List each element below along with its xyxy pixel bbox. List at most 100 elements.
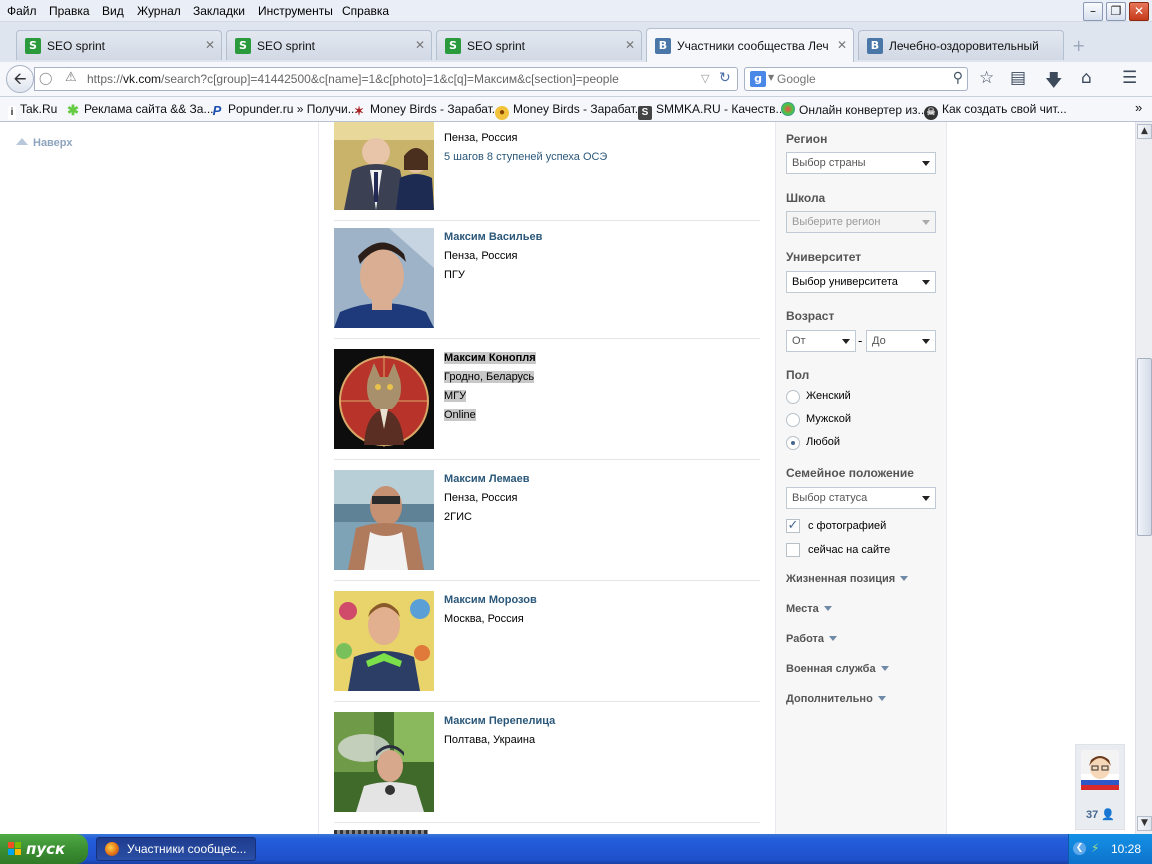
person-name[interactable]: Максим Конопля [444, 352, 536, 364]
online-now-label[interactable]: сейчас на сайте [808, 544, 890, 556]
expand-military[interactable]: Военная служба [786, 663, 889, 675]
tab-seo-sprint-2[interactable]: S SEO sprint ✕ [226, 30, 432, 60]
close-tab-icon[interactable]: ✕ [625, 38, 635, 52]
menu-edit[interactable]: Правка [49, 4, 90, 18]
person-name-row[interactable]: Максим Конопля [444, 349, 536, 368]
person-name[interactable]: Максим Лемаев [444, 470, 530, 489]
history-dropdown-icon[interactable]: ▽ [701, 72, 709, 85]
age-to-select[interactable]: До [866, 330, 936, 352]
expand-places[interactable]: Места [786, 603, 832, 615]
marital-status-select[interactable]: Выбор статуса [786, 487, 936, 509]
warning-icon[interactable]: ⚠ [65, 70, 77, 85]
minimize-button[interactable]: – [1083, 2, 1103, 21]
search-box[interactable]: g ▼ ⚲ [744, 67, 968, 91]
person-avatar[interactable] [334, 349, 434, 449]
menu-help[interactable]: Справка [342, 4, 389, 18]
menu-bookmarks[interactable]: Закладки [193, 4, 245, 18]
bookmark-money-birds-2[interactable]: ● Money Birds - Зарабат... [495, 102, 645, 120]
close-tab-icon[interactable]: ✕ [837, 38, 847, 52]
age-from-select[interactable]: От [786, 330, 856, 352]
menu-icon[interactable]: ☰ [1122, 68, 1137, 88]
tab-seo-sprint-1[interactable]: S SEO sprint ✕ [16, 30, 222, 60]
scroll-thumb[interactable] [1137, 358, 1152, 536]
expand-life-position[interactable]: Жизненная позиция [786, 573, 909, 585]
person-avatar[interactable] [334, 712, 434, 812]
caret-down-icon [823, 606, 832, 611]
bookmark-popunder[interactable]: P Popunder.ru » Получи... [210, 102, 358, 118]
bird-icon: ✶ [353, 104, 365, 118]
tab-community-members[interactable]: B Участники сообщества Леч... ✕ [646, 28, 854, 62]
maximize-button[interactable]: ❐ [1106, 2, 1126, 21]
with-photo-checkbox[interactable]: ✓ [786, 519, 800, 533]
back-button[interactable]: 🡨 [6, 65, 34, 93]
chat-widget[interactable]: 37 👤 [1075, 744, 1125, 830]
marital-status-label: Семейное положение [786, 466, 914, 480]
start-button[interactable]: пуск [0, 834, 88, 864]
person-info: Максим Лемаев Пенза, Россия 2ГИС [444, 470, 530, 527]
bookmark-money-birds-1[interactable]: ✶ Money Birds - Зарабат... [352, 102, 502, 118]
bookmark-smmka[interactable]: S SMMKA.RU - Качеств... [638, 102, 786, 120]
google-icon[interactable]: g [750, 71, 766, 87]
sex-female-radio[interactable] [786, 390, 800, 404]
online-now-checkbox[interactable] [786, 543, 800, 557]
search-input[interactable] [777, 71, 937, 87]
engine-dropdown-icon[interactable]: ▼ [768, 73, 774, 82]
school-select[interactable]: Выберите регион [786, 211, 936, 233]
bookmark-cheat[interactable]: ☠ Как создать свой чит... [924, 102, 1067, 120]
more-bookmarks-icon[interactable]: » [1135, 100, 1142, 115]
bookmark-star-icon[interactable]: ☆ [979, 68, 994, 88]
reading-list-icon[interactable]: ▤ [1010, 68, 1026, 88]
menu-tools[interactable]: Инструменты [258, 4, 333, 18]
region-select[interactable]: Выбор страны [786, 152, 936, 174]
identity-icon[interactable]: ◯ [39, 71, 52, 85]
person-name[interactable]: Максим Васильев [444, 228, 542, 247]
taskbar-window-button[interactable]: Участники сообщес... [96, 837, 256, 861]
reload-icon[interactable]: ↻ [719, 70, 731, 86]
home-icon[interactable]: ⌂ [1081, 68, 1092, 88]
show-hidden-icons-icon[interactable]: ❮ [1073, 842, 1086, 855]
person-avatar[interactable] [334, 228, 434, 328]
chat-avatar[interactable] [1081, 750, 1119, 790]
scroll-down-button[interactable]: ▼ [1137, 816, 1152, 831]
scroll-up-button[interactable]: ▲ [1137, 124, 1152, 139]
close-tab-icon[interactable]: ✕ [205, 38, 215, 52]
scroll-to-top-link[interactable]: Наверх [16, 137, 73, 149]
search-icon[interactable]: ⚲ [953, 70, 963, 86]
sex-female-label[interactable]: Женский [806, 390, 851, 402]
popunder-icon: P [212, 103, 222, 118]
person-avatar[interactable] [334, 122, 434, 210]
person-name[interactable] [444, 122, 607, 129]
vertical-scrollbar[interactable]: ▲ ▼ [1135, 122, 1152, 834]
bookmark-tak-ru[interactable]: i Tak.Ru [8, 102, 57, 120]
tab-health-center[interactable]: B Лечебно-оздоровительный ц... [858, 30, 1064, 60]
address-bar[interactable]: ◯ ⚠ https://vk.com/search?c[group]=41442… [34, 67, 738, 91]
chevron-down-icon [842, 339, 850, 344]
expand-work[interactable]: Работа [786, 633, 838, 645]
menu-history[interactable]: Журнал [137, 4, 181, 18]
downloads-icon[interactable]: 🡇 [1045, 68, 1062, 97]
bookmark-converter[interactable]: Онлайн конвертер из... [781, 102, 928, 117]
sex-male-label[interactable]: Мужской [806, 413, 851, 425]
expand-additional[interactable]: Дополнительно [786, 693, 886, 705]
menu-file[interactable]: Файл [7, 4, 37, 18]
person-avatar[interactable] [334, 591, 434, 691]
new-tab-icon[interactable]: + [1072, 36, 1085, 55]
expander-label: Военная служба [786, 663, 876, 675]
menu-view[interactable]: Вид [102, 4, 124, 18]
sex-any-radio[interactable] [786, 436, 800, 450]
sex-male-radio[interactable] [786, 413, 800, 427]
close-window-button[interactable]: ✕ [1129, 2, 1149, 21]
person-name[interactable]: Максим Перепелица [444, 712, 555, 731]
person-name[interactable]: Максим Морозов [444, 591, 537, 610]
seo-sprint-icon: S [235, 38, 251, 54]
university-select[interactable]: Выбор университета [786, 271, 936, 293]
network-icon[interactable]: ⚡ [1091, 841, 1099, 855]
close-tab-icon[interactable]: ✕ [415, 38, 425, 52]
sex-any-label[interactable]: Любой [806, 436, 840, 448]
bookmark-ads[interactable]: ✱ Реклама сайта && За... [66, 102, 213, 117]
clock[interactable]: 10:28 [1111, 842, 1141, 856]
tab-seo-sprint-3[interactable]: S SEO sprint ✕ [436, 30, 642, 60]
person-avatar[interactable] [334, 470, 434, 570]
with-photo-label[interactable]: с фотографией [808, 520, 886, 532]
person-community-link[interactable]: 5 шагов 8 ступеней успеха ОСЭ [444, 148, 607, 166]
